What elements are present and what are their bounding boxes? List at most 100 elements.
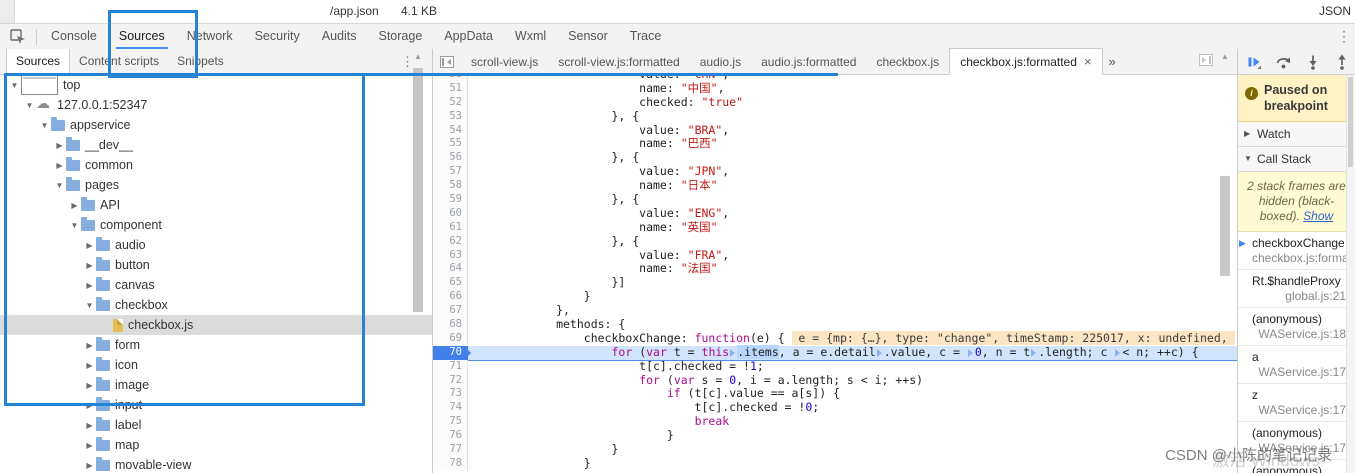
tree-closed-arrow-icon[interactable]: ▶ bbox=[83, 441, 96, 450]
line-number[interactable]: 52 bbox=[433, 95, 468, 110]
more-tabs-chevron[interactable]: » bbox=[1103, 50, 1122, 74]
code-line-58[interactable]: 58 name: "日本" bbox=[433, 178, 1237, 194]
code-line-59[interactable]: 59 }, { bbox=[433, 192, 1237, 207]
tree-closed-arrow-icon[interactable]: ▶ bbox=[83, 241, 96, 250]
tree-item-component[interactable]: ▼ component bbox=[0, 215, 432, 235]
tree-open-arrow-icon[interactable]: ▼ bbox=[53, 181, 66, 190]
devtools-tab-sources[interactable]: Sources bbox=[108, 24, 176, 49]
call-stack-frame[interactable]: a WAService.js:17 bbox=[1238, 346, 1355, 384]
tree-item-label[interactable]: ▶ label bbox=[0, 415, 432, 435]
line-number[interactable]: 59 bbox=[433, 193, 468, 207]
line-number[interactable]: 72 bbox=[433, 373, 468, 388]
editor-scrollbar-thumb[interactable] bbox=[1220, 176, 1230, 276]
code-line-54[interactable]: 54 value: "BRA", bbox=[433, 123, 1237, 138]
code-line-68[interactable]: 68 methods: { bbox=[433, 317, 1237, 332]
step-out-button[interactable] bbox=[1334, 54, 1350, 70]
navigator-tab-content-scripts[interactable]: Content scripts bbox=[70, 49, 168, 74]
hide-navigator-button[interactable] bbox=[433, 49, 461, 74]
call-stack-frame[interactable]: (anonymous)WAService.js:17 bbox=[1238, 422, 1355, 460]
devtools-tab-security[interactable]: Security bbox=[244, 24, 311, 49]
code-line-51[interactable]: 51 name: "中国", bbox=[433, 81, 1237, 96]
code-line-62[interactable]: 62 }, { bbox=[433, 234, 1237, 249]
sidebar-scrollbar[interactable] bbox=[1346, 75, 1355, 473]
sidebar-scrollbar-thumb[interactable] bbox=[1348, 77, 1353, 167]
tree-item-pages[interactable]: ▼ pages bbox=[0, 175, 432, 195]
navigator-tab-snippets[interactable]: Snippets bbox=[168, 49, 233, 74]
close-tab-icon[interactable]: × bbox=[1084, 55, 1092, 68]
inspect-element-button[interactable] bbox=[0, 24, 36, 49]
line-number[interactable]: 78 bbox=[433, 456, 468, 471]
devtools-menu-icon[interactable]: ⋮ bbox=[1333, 28, 1355, 45]
tree-scrollbar-thumb[interactable] bbox=[413, 68, 423, 312]
tree-item-checkbox-js[interactable]: checkbox.js bbox=[0, 315, 432, 335]
devtools-tab-storage[interactable]: Storage bbox=[367, 24, 433, 49]
line-number[interactable]: 53 bbox=[433, 109, 468, 124]
line-number[interactable]: 71 bbox=[433, 359, 468, 374]
tree-open-arrow-icon[interactable]: ▼ bbox=[83, 301, 96, 310]
line-number[interactable]: 58 bbox=[433, 179, 468, 194]
editor-tab-scroll-view-js-formatted[interactable]: scroll-view.js:formatted bbox=[548, 50, 689, 74]
devtools-tab-sensor[interactable]: Sensor bbox=[557, 24, 619, 49]
tree-item-map[interactable]: ▶ map bbox=[0, 435, 432, 455]
code-line-73[interactable]: 73 if (t[c].value == a[s]) { bbox=[433, 387, 1237, 402]
code-line-57[interactable]: 57 value: "JPN", bbox=[433, 164, 1237, 180]
code-line-66[interactable]: 66 } bbox=[433, 289, 1237, 305]
editor-tab-audio-js-formatted[interactable]: audio.js:formatted bbox=[751, 50, 866, 74]
line-number[interactable]: 55 bbox=[433, 137, 468, 152]
devtools-tab-console[interactable]: Console bbox=[40, 24, 108, 49]
code-line-65[interactable]: 65 }] bbox=[433, 275, 1237, 291]
line-number[interactable]: 63 bbox=[433, 248, 468, 263]
tree-item-appservice[interactable]: ▼ appservice bbox=[0, 115, 432, 135]
step-into-button[interactable] bbox=[1305, 54, 1321, 70]
devtools-tab-trace[interactable]: Trace bbox=[619, 24, 673, 49]
line-number[interactable]: 75 bbox=[433, 415, 468, 430]
call-stack-frame[interactable]: (anonymous)WAService.js:17 bbox=[1238, 460, 1355, 473]
code-line-61[interactable]: 61 name: "英国" bbox=[433, 220, 1237, 235]
devtools-tab-wxml[interactable]: Wxml bbox=[504, 24, 557, 49]
tree-item-movable-view[interactable]: ▶ movable-view bbox=[0, 455, 432, 473]
call-stack-frame[interactable]: Rt.$handleProxy global.js:21 bbox=[1238, 270, 1355, 308]
tree-item-form[interactable]: ▶ form bbox=[0, 335, 432, 355]
code-line-52[interactable]: 52 checked: "true" bbox=[433, 95, 1237, 110]
line-number[interactable]: 61 bbox=[433, 220, 468, 235]
tree-item-dev[interactable]: ▶ __dev__ bbox=[0, 135, 432, 155]
line-number[interactable]: 56 bbox=[433, 151, 468, 166]
call-stack-frame[interactable]: ▶ checkboxChangecheckbox.js:formatted bbox=[1238, 232, 1355, 270]
line-number[interactable]: 50 bbox=[433, 75, 468, 82]
call-stack-frame[interactable]: (anonymous) WAService.js:18 bbox=[1238, 308, 1355, 346]
call-stack-section-header[interactable]: ▼ Call Stack bbox=[1238, 147, 1355, 172]
tree-closed-arrow-icon[interactable]: ▶ bbox=[53, 161, 66, 170]
resume-button[interactable] bbox=[1246, 54, 1262, 70]
code-line-55[interactable]: 55 name: "巴西" bbox=[433, 137, 1237, 152]
tree-closed-arrow-icon[interactable]: ▶ bbox=[83, 261, 96, 270]
tree-closed-arrow-icon[interactable]: ▶ bbox=[83, 421, 96, 430]
line-number[interactable]: 54 bbox=[433, 123, 468, 138]
value-preview-chip-icon[interactable] bbox=[730, 348, 736, 357]
line-number[interactable]: 68 bbox=[433, 318, 468, 332]
code-line-67[interactable]: 67 }, bbox=[433, 303, 1237, 319]
tree-item-button[interactable]: ▶ button bbox=[0, 255, 432, 275]
scroll-up-arrow-icon[interactable]: ▲ bbox=[411, 51, 425, 63]
editor-tab-checkbox-js-formatted[interactable]: checkbox.js:formatted × bbox=[949, 48, 1103, 75]
line-number[interactable]: 62 bbox=[433, 234, 468, 249]
call-stack-frame[interactable]: z WAService.js:17 bbox=[1238, 384, 1355, 422]
value-preview-chip-icon[interactable] bbox=[967, 348, 973, 357]
step-over-button[interactable] bbox=[1275, 54, 1292, 70]
tree-open-arrow-icon[interactable]: ▼ bbox=[8, 81, 21, 90]
line-number[interactable]: 64 bbox=[433, 262, 468, 277]
code-line-72[interactable]: 72 for (var s = 0, i = a.length; s < i; … bbox=[433, 373, 1237, 388]
code-line-53[interactable]: 53 }, { bbox=[433, 109, 1237, 124]
tree-item-checkbox[interactable]: ▼ checkbox bbox=[0, 295, 432, 315]
devtools-tab-network[interactable]: Network bbox=[176, 24, 244, 49]
editor-tab-checkbox-js[interactable]: checkbox.js bbox=[866, 50, 949, 74]
code-line-64[interactable]: 64 name: "法国" bbox=[433, 262, 1237, 277]
scroll-up-arrow-icon[interactable]: ▲ bbox=[1218, 51, 1232, 63]
tree-closed-arrow-icon[interactable]: ▶ bbox=[83, 461, 96, 470]
line-number[interactable]: 73 bbox=[433, 387, 468, 402]
tree-item-audio[interactable]: ▶ audio bbox=[0, 235, 432, 255]
code-line-63[interactable]: 63 value: "FRA", bbox=[433, 248, 1237, 263]
tree-open-arrow-icon[interactable]: ▼ bbox=[23, 101, 36, 110]
code-lines[interactable]: 50 value: "CHN",51 name: "中国",52 checked… bbox=[433, 75, 1237, 473]
show-blackboxed-link[interactable]: Show bbox=[1303, 209, 1333, 223]
tree-item-icon[interactable]: ▶ icon bbox=[0, 355, 432, 375]
